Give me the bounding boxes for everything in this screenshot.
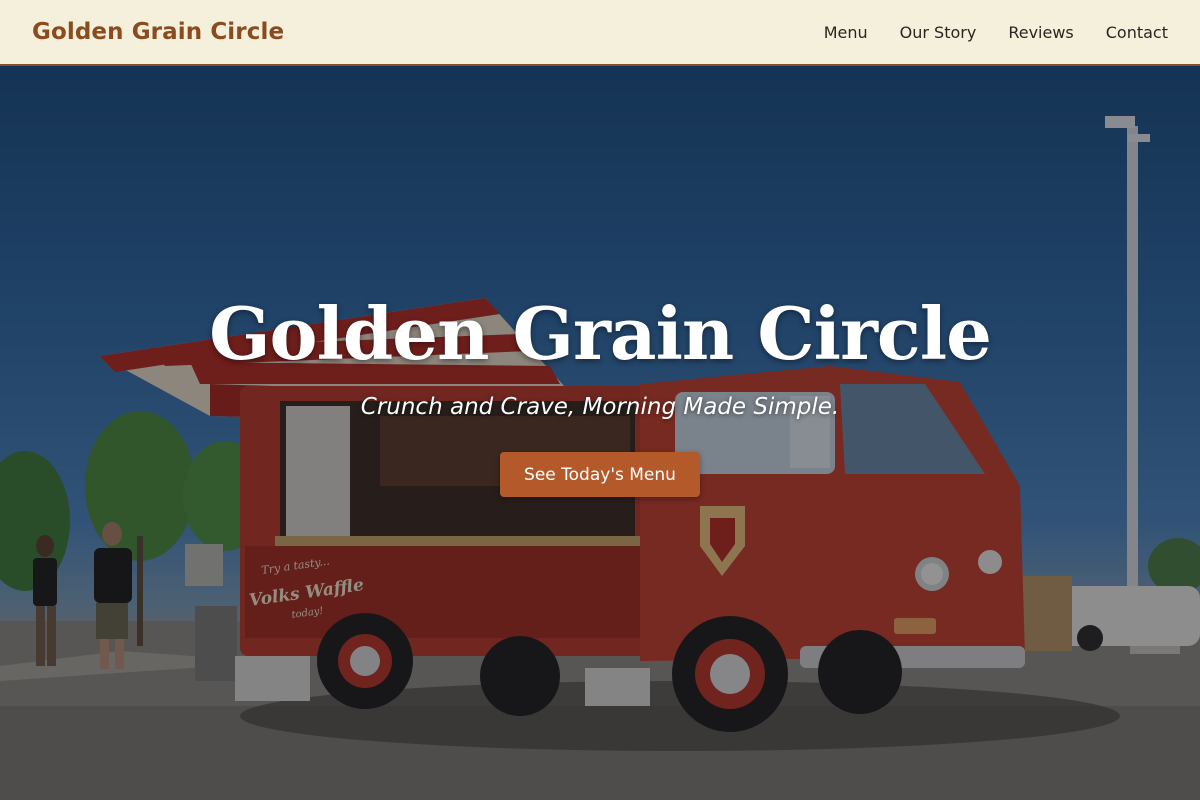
- main-nav: Menu Our Story Reviews Contact: [824, 23, 1168, 42]
- hero-content: Golden Grain Circle Crunch and Crave, Mo…: [0, 298, 1200, 497]
- brand-logo[interactable]: Golden Grain Circle: [32, 19, 284, 45]
- nav-link-menu[interactable]: Menu: [824, 23, 868, 42]
- site-header: Golden Grain Circle Menu Our Story Revie…: [0, 0, 1200, 66]
- hero-title: Golden Grain Circle: [209, 291, 992, 376]
- see-todays-menu-button[interactable]: See Today's Menu: [500, 452, 700, 497]
- nav-link-reviews[interactable]: Reviews: [1008, 23, 1073, 42]
- nav-link-contact[interactable]: Contact: [1106, 23, 1168, 42]
- nav-link-our-story[interactable]: Our Story: [900, 23, 977, 42]
- hero-tagline: Crunch and Crave, Morning Made Simple.: [360, 394, 840, 420]
- hero-section: Try a tasty... Volks Waffle today! Golde…: [0, 66, 1200, 800]
